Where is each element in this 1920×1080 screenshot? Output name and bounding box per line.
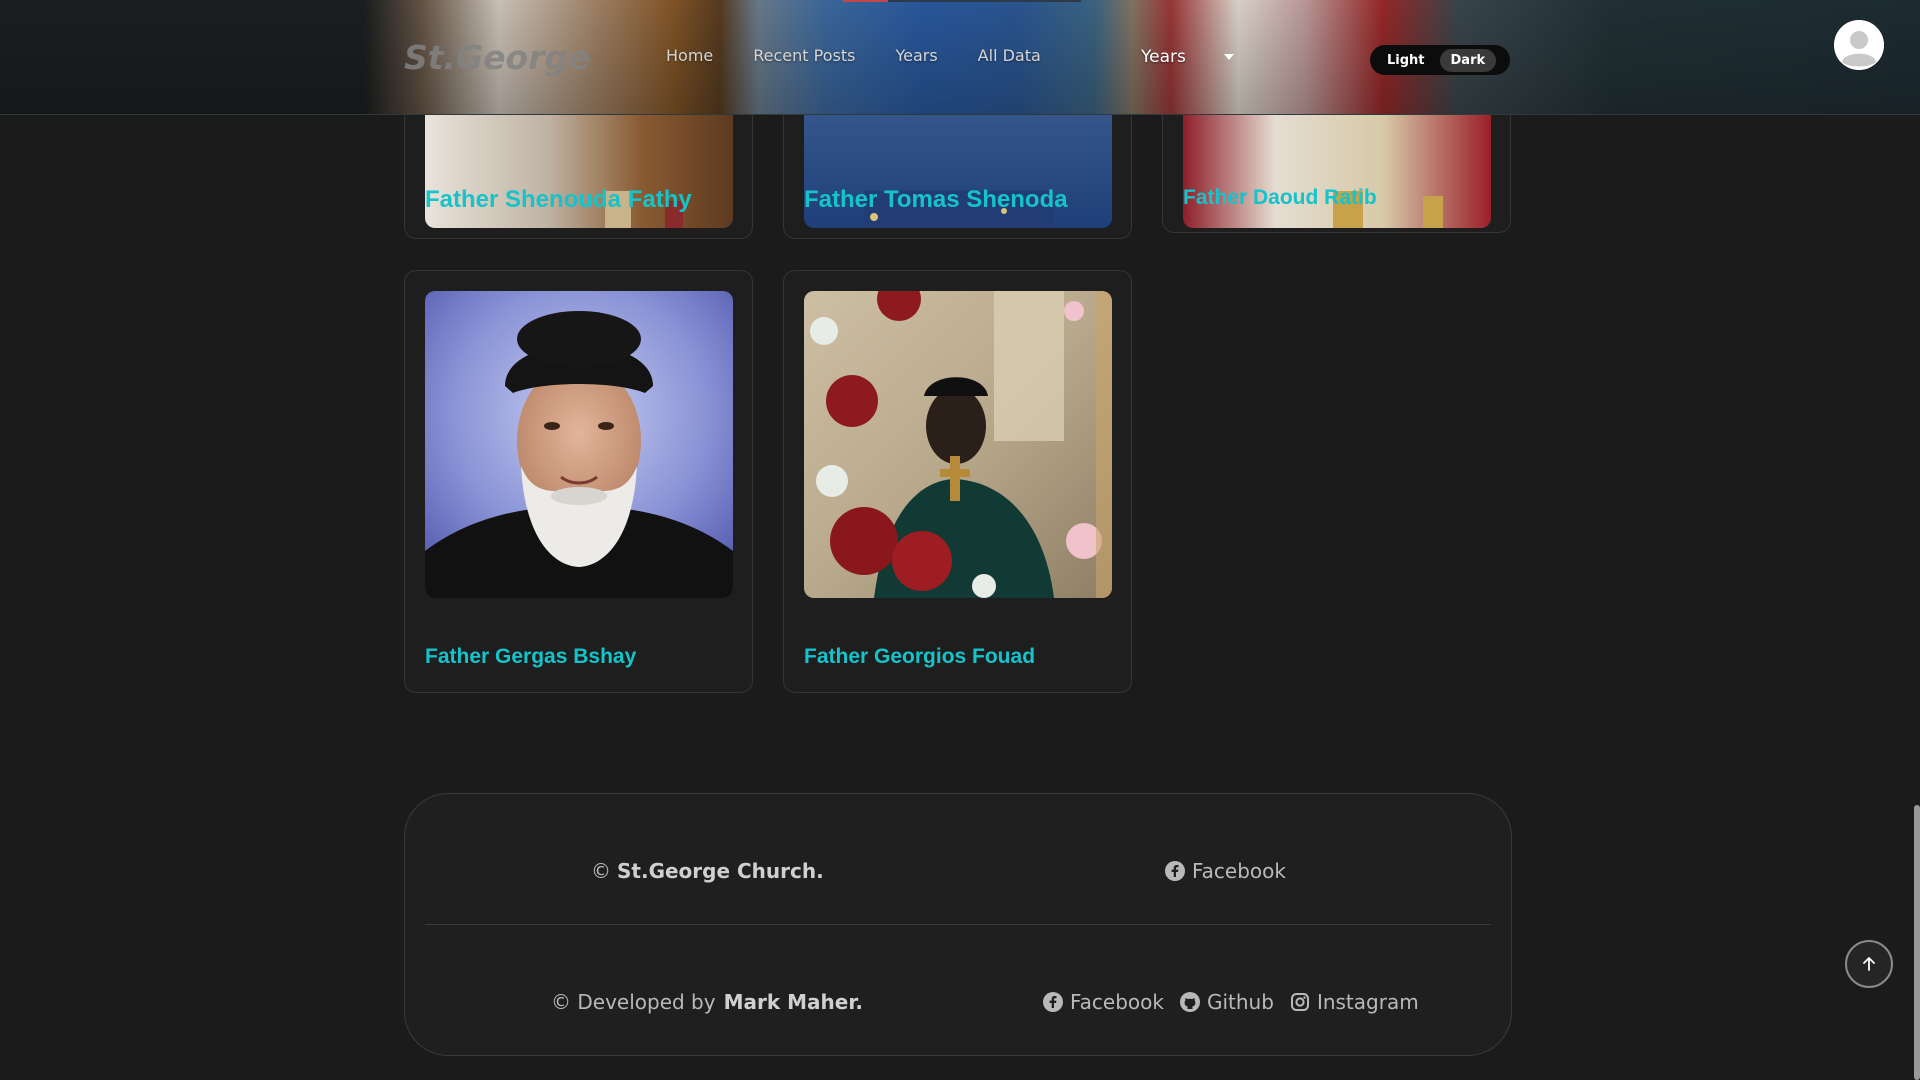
priest-photo-image xyxy=(804,291,1112,598)
years-dropdown[interactable]: Years xyxy=(1141,47,1234,67)
footer-divider xyxy=(425,924,1491,925)
priest-name-link[interactable]: Father Georgios Fouad xyxy=(804,645,1035,669)
priest-name-link[interactable]: Father Shenouda Fathy xyxy=(425,186,692,214)
user-silhouette-icon xyxy=(1834,20,1884,70)
footer-developer: © Developed by Mark Maher. xyxy=(551,990,863,1014)
github-icon xyxy=(1179,992,1200,1012)
developer-instagram-label: Instagram xyxy=(1316,990,1419,1014)
nav-link-home[interactable]: Home xyxy=(666,46,713,65)
navbar: St.George Home Recent Posts Years All Da… xyxy=(0,0,1920,115)
priest-name-link[interactable]: Father Gergas Bshay xyxy=(425,645,636,669)
nav-links: Home Recent Posts Years All Data xyxy=(666,46,1081,65)
footer-church-facebook: Facebook xyxy=(1165,859,1286,883)
nav-top-accent-bar xyxy=(888,0,1081,2)
priest-name-link[interactable]: Father Daoud Ratib xyxy=(1183,186,1377,210)
church-name: St.George Church. xyxy=(617,859,824,883)
footer-copyright: © St.George Church. xyxy=(591,859,824,883)
arrow-up-icon xyxy=(1863,957,1875,971)
priest-card[interactable]: Father Gergas Bshay xyxy=(404,270,753,693)
facebook-icon xyxy=(1043,992,1063,1012)
developer-github-link[interactable]: Github xyxy=(1179,990,1274,1014)
priest-name-link[interactable]: Father Tomas Shenoda xyxy=(804,186,1068,214)
theme-dark-option[interactable]: Dark xyxy=(1439,48,1497,72)
instagram-icon xyxy=(1290,993,1309,1011)
caret-down-icon xyxy=(1223,54,1234,60)
church-facebook-label: Facebook xyxy=(1192,859,1286,883)
footer: © St.George Church. Facebook © Developed… xyxy=(404,793,1512,1056)
developer-facebook-link[interactable]: Facebook xyxy=(1043,990,1164,1014)
priest-photo-image xyxy=(425,291,733,598)
priest-photo xyxy=(425,291,733,598)
developer-github-label: Github xyxy=(1206,990,1274,1014)
site-logo[interactable]: St.George xyxy=(404,38,591,77)
theme-light-option[interactable]: Light xyxy=(1376,49,1436,72)
nav-top-accent xyxy=(843,0,888,2)
priest-card[interactable]: Father Georgios Fouad xyxy=(783,270,1132,693)
theme-toggle[interactable]: Light Dark xyxy=(1370,45,1510,75)
nav-link-all-data[interactable]: All Data xyxy=(978,46,1041,65)
priest-photo xyxy=(804,291,1112,598)
page: St.George Home Recent Posts Years All Da… xyxy=(0,0,1920,1080)
developer-instagram-link[interactable]: Instagram xyxy=(1290,990,1419,1014)
years-dropdown-label: Years xyxy=(1141,47,1186,67)
facebook-icon xyxy=(1165,861,1185,881)
scroll-to-top-button[interactable] xyxy=(1845,940,1893,988)
church-facebook-link[interactable]: Facebook xyxy=(1165,859,1286,883)
nav-link-recent-posts[interactable]: Recent Posts xyxy=(753,46,855,65)
developer-name: Mark Maher. xyxy=(723,990,863,1014)
nav-link-years[interactable]: Years xyxy=(895,46,937,65)
developer-facebook-label: Facebook xyxy=(1070,990,1164,1014)
page-scrollbar[interactable] xyxy=(1914,805,1920,1080)
user-avatar-icon[interactable] xyxy=(1834,20,1884,70)
developer-social-links: Facebook Github Instagram xyxy=(1043,990,1419,1014)
copyright-symbol: © xyxy=(591,859,611,883)
developed-by-label: © Developed by xyxy=(551,990,716,1014)
